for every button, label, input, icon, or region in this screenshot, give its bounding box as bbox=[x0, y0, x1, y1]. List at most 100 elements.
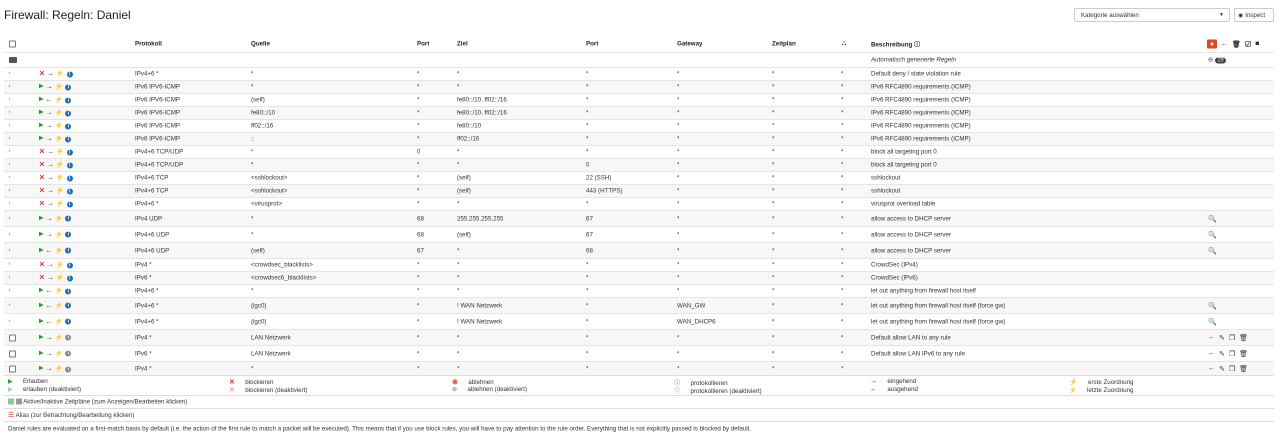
help-icon[interactable]: ⓘ bbox=[914, 42, 920, 49]
pass-icon[interactable]: ▶ bbox=[39, 136, 44, 143]
col-port[interactable]: Port bbox=[417, 41, 429, 48]
log-icon[interactable]: i bbox=[65, 231, 72, 238]
auto-rules-toggle[interactable]: ⊖ 29 bbox=[1208, 57, 1227, 64]
table-row[interactable]: ⁄ ✕ → ⚡ i IPv6 * <crowdsec6_blacklists> * * * * * * C… bbox=[4, 271, 1274, 284]
log-icon[interactable]: i bbox=[65, 366, 72, 372]
trash-icon[interactable]: 🗑 bbox=[1239, 350, 1248, 358]
log-icon[interactable]: i bbox=[66, 175, 73, 181]
table-row[interactable]: ⁄ ▶ → ⚡ i IPv6 IPV6-ICMP fe80::/10 * fe80::/10, … bbox=[4, 106, 1274, 119]
log-icon[interactable]: i bbox=[66, 71, 73, 77]
check-square-icon[interactable]: ☑ bbox=[1245, 40, 1251, 48]
log-icon[interactable]: i bbox=[66, 262, 73, 268]
row-checkbox[interactable] bbox=[9, 365, 16, 373]
table-row[interactable]: ▶ → ⚡ i IPv6 * LAN Netzwerk * * * * * * Default allo… bbox=[4, 345, 1274, 361]
table-row[interactable]: ⁄ ▶ ← ⚡ i IPv4+6 * * * * * * * * let out anything fro… bbox=[4, 284, 1274, 297]
pass-icon[interactable]: ▶ bbox=[39, 318, 44, 325]
col-dest-port[interactable]: Port bbox=[586, 41, 598, 48]
block-icon[interactable]: ✕ bbox=[39, 188, 45, 195]
category-select[interactable]: Kategorie auswählen ▼ bbox=[1074, 8, 1230, 22]
trash-icon[interactable]: 🗑 bbox=[1239, 334, 1248, 342]
move-icon[interactable]: ← bbox=[1208, 365, 1215, 373]
block-icon[interactable]: ✕ bbox=[39, 262, 45, 269]
log-icon[interactable]: i bbox=[65, 302, 72, 309]
log-icon[interactable]: i bbox=[66, 162, 73, 168]
log-icon[interactable]: i bbox=[65, 215, 72, 222]
pass-icon[interactable]: ▶ bbox=[39, 366, 44, 373]
block-icon[interactable]: ✕ bbox=[39, 162, 45, 169]
pencil-icon[interactable]: ✎ bbox=[1219, 365, 1225, 373]
pass-icon[interactable]: ▶ bbox=[39, 97, 44, 104]
table-row[interactable]: ⁄ ✕ → ⚡ i IPv4+6 TCP/UDP * * * 0 * * * block all targ… bbox=[4, 158, 1274, 171]
search-icon[interactable]: 🔍 bbox=[1208, 215, 1217, 223]
table-row[interactable]: ⁄ ▶ → ⚡ i IPv6 IPV6-ICMP ff02::/16 * fe80::/10 * *… bbox=[4, 119, 1274, 132]
pass-icon[interactable]: ▶ bbox=[39, 84, 44, 91]
table-row[interactable]: ▶ → ⚡ i IPv4 * * * * * * * * ← ✎ ❐ 🗑 bbox=[4, 361, 1274, 376]
copy-icon[interactable]: ❐ bbox=[1229, 350, 1235, 358]
log-icon[interactable]: i bbox=[66, 188, 73, 194]
table-row[interactable]: ⁄ ▶ ← ⚡ i IPv4+6 UDP (self) 67 * 68 * * * allow acces… bbox=[4, 242, 1274, 258]
log-icon[interactable]: i bbox=[65, 350, 72, 357]
copy-icon[interactable]: ❐ bbox=[1229, 365, 1235, 373]
trash-icon[interactable]: 🗑 bbox=[1239, 365, 1248, 373]
table-row[interactable]: ⁄ ▶ ← ⚡ i IPv4+6 * (igc0) * ! WAN Netzwerk * WAN_D… bbox=[4, 313, 1274, 329]
table-row[interactable]: ⁄ ✕ → ⚡ i IPv4+6 * * * * * * * * Default deny / state… bbox=[4, 67, 1274, 80]
pencil-icon[interactable]: ✎ bbox=[1219, 350, 1225, 358]
log-icon[interactable]: i bbox=[65, 334, 72, 341]
block-icon[interactable]: ✕ bbox=[39, 149, 45, 156]
block-icon[interactable]: ✕ bbox=[39, 275, 45, 282]
table-row[interactable]: ⁄ ✕ → ⚡ i IPv4+6 * <virusprot> * * * * * * virusprot … bbox=[4, 197, 1274, 210]
row-checkbox[interactable] bbox=[9, 334, 16, 341]
col-description[interactable]: Beschreibung ⓘ bbox=[871, 40, 920, 49]
block-icon[interactable]: ✕ bbox=[39, 175, 45, 182]
log-icon[interactable]: i bbox=[65, 97, 72, 103]
pass-icon[interactable]: ▶ bbox=[39, 231, 44, 238]
square-icon[interactable]: ■ bbox=[1255, 41, 1259, 48]
move-icon[interactable]: ← bbox=[1208, 334, 1215, 342]
table-row[interactable]: ⁄ ✕ → ⚡ i IPv4+6 TCP <sshlockout> * (self) 443 (H… bbox=[4, 184, 1274, 197]
search-icon[interactable]: 🔍 bbox=[1208, 247, 1217, 255]
pass-icon[interactable]: ▶ bbox=[39, 334, 44, 341]
move-icon[interactable]: ← bbox=[1208, 350, 1215, 358]
log-icon[interactable]: i bbox=[65, 110, 72, 116]
row-checkbox[interactable] bbox=[9, 350, 16, 357]
col-gateway[interactable]: Gateway bbox=[677, 41, 702, 48]
pass-icon[interactable]: ▶ bbox=[39, 110, 44, 117]
table-row[interactable]: ⁄ ▶ ← ⚡ i IPv4+6 * (igc0) * ! WAN Netzwerk * WAN_G… bbox=[4, 297, 1274, 313]
col-source[interactable]: Quelle bbox=[251, 41, 270, 48]
table-row[interactable]: ⁄ ▶ → ⚡ i IPv4+6 UDP * 68 (self) 67 * * * allow acces… bbox=[4, 226, 1274, 242]
trash-icon[interactable]: 🗑 bbox=[1232, 40, 1241, 48]
block-icon[interactable]: ✕ bbox=[39, 71, 45, 78]
pass-icon[interactable]: ▶ bbox=[39, 288, 44, 295]
log-icon[interactable]: i bbox=[66, 149, 73, 155]
log-icon[interactable]: i bbox=[65, 136, 72, 142]
log-icon[interactable]: i bbox=[65, 318, 72, 325]
block-icon[interactable]: ✕ bbox=[39, 201, 45, 208]
log-icon[interactable]: i bbox=[65, 247, 72, 254]
inspect-button[interactable]: ◉ Inspect bbox=[1234, 8, 1274, 22]
auto-rules-row[interactable]: Automatisch generierte Regeln ⊖ 29 bbox=[4, 52, 1274, 67]
log-icon[interactable]: i bbox=[65, 84, 72, 90]
table-row[interactable]: ⁄ ▶ → ⚡ i IPv6 IPV6-ICMP:: * ff02::/16 * * * * IPv6 … bbox=[4, 132, 1274, 145]
search-icon[interactable]: 🔍 bbox=[1208, 302, 1217, 310]
table-row[interactable]: ⁄ ▶ → ⚡ i IPv6 IPV6-ICMP * * * * * * * IPv6 RFC4890 r… bbox=[4, 80, 1274, 93]
pass-icon[interactable]: ▶ bbox=[39, 123, 44, 130]
search-icon[interactable]: 🔍 bbox=[1208, 318, 1217, 326]
table-row[interactable]: ⁄ ▶ ← ⚡ i IPv6 IPV6-ICMP (self) * fe80::/10, ff0… bbox=[4, 93, 1274, 106]
col-schedule[interactable]: Zeitplan bbox=[772, 41, 796, 48]
table-row[interactable]: ⁄ ✕ → ⚡ i IPv4 * <crowdsec_blacklists> * * * * * * Cr… bbox=[4, 258, 1274, 271]
search-icon[interactable]: 🔍 bbox=[1208, 231, 1217, 239]
pass-icon[interactable]: ▶ bbox=[39, 302, 44, 309]
pass-icon[interactable]: ▶ bbox=[39, 215, 44, 222]
col-protocol[interactable]: Protokoll bbox=[135, 41, 162, 48]
pass-icon[interactable]: ▶ bbox=[39, 350, 44, 357]
col-destination[interactable]: Ziel bbox=[457, 41, 468, 48]
pencil-icon[interactable]: ✎ bbox=[1219, 334, 1225, 342]
table-row[interactable]: ⁄ ✕ → ⚡ i IPv4+6 TCP <sshlockout> * (self) 22 (SS… bbox=[4, 171, 1274, 184]
arrow-left-icon[interactable]: ← bbox=[1221, 41, 1228, 48]
table-row[interactable]: ⁄ ▶ → ⚡ i IPv4 UDP * 68 255.255.255.255 67 * * * allo… bbox=[4, 210, 1274, 226]
log-icon[interactable]: i bbox=[65, 123, 72, 129]
add-rule-button[interactable]: + bbox=[1207, 39, 1217, 49]
pass-icon[interactable]: ▶ bbox=[39, 247, 44, 254]
table-row[interactable]: ⁄ ✕ → ⚡ i IPv4+6 TCP/UDP * 0 * * * * * block all targ… bbox=[4, 145, 1274, 158]
copy-icon[interactable]: ❐ bbox=[1229, 334, 1235, 342]
